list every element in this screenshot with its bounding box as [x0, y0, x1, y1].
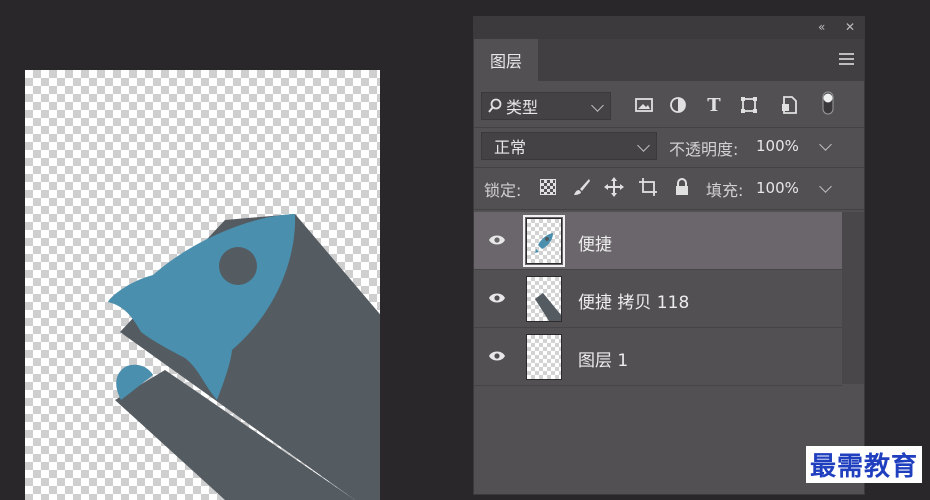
- rocket-window: [219, 247, 257, 285]
- panel-title-bar[interactable]: « ✕: [474, 17, 864, 39]
- layer-row[interactable]: 便捷: [474, 212, 842, 269]
- eye-icon[interactable]: [488, 291, 506, 305]
- chevron-down-icon: [591, 99, 604, 112]
- layers-panel: « ✕ 图层 类型 T 正常 不透明度: 100% 锁定: 填充: 100% 便…: [473, 16, 865, 495]
- search-icon: [488, 98, 502, 113]
- close-icon[interactable]: ✕: [845, 20, 855, 34]
- layer-row[interactable]: 便捷 拷贝 118: [474, 270, 842, 327]
- image-icon[interactable]: [634, 95, 654, 115]
- panel-tab-row: 图层: [474, 39, 864, 81]
- blend-mode-value: 正常: [494, 138, 527, 157]
- shape-icon[interactable]: [739, 95, 759, 115]
- layer-name[interactable]: 图层 1: [578, 346, 628, 371]
- chevron-down-icon: [819, 180, 832, 193]
- opacity-field[interactable]: 100%: [750, 132, 838, 160]
- chevron-down-icon: [637, 139, 650, 152]
- layers-scrollbar[interactable]: [842, 212, 864, 384]
- opacity-value: 100%: [756, 137, 799, 155]
- filter-kind-select[interactable]: 类型: [481, 92, 611, 120]
- layer-thumbnail: [526, 334, 562, 380]
- chevron-down-icon: [819, 138, 832, 151]
- divider: [474, 167, 864, 168]
- filter-kind-label: 类型: [506, 98, 539, 117]
- document-canvas[interactable]: [25, 70, 380, 500]
- lock-transparent-pixels-icon[interactable]: [540, 179, 556, 195]
- lock-all-icon[interactable]: [673, 177, 691, 201]
- lock-artboard-icon[interactable]: [638, 177, 658, 201]
- tab-layers[interactable]: 图层: [474, 39, 538, 81]
- fill-field[interactable]: 100%: [750, 174, 838, 202]
- smart-object-icon[interactable]: [779, 95, 799, 115]
- fill-value: 100%: [756, 179, 799, 197]
- lock-position-icon[interactable]: [604, 177, 624, 201]
- fill-label: 填充:: [706, 181, 744, 200]
- eye-icon[interactable]: [488, 233, 506, 247]
- collapse-icon[interactable]: «: [818, 20, 825, 34]
- divider: [474, 127, 864, 128]
- blend-mode-select[interactable]: 正常: [481, 132, 657, 160]
- toggle-icon[interactable]: [818, 91, 838, 115]
- panel-menu-icon[interactable]: [839, 53, 854, 65]
- eye-icon[interactable]: [488, 349, 506, 363]
- layer-name[interactable]: 便捷 拷贝 118: [578, 288, 689, 313]
- type-icon[interactable]: T: [704, 95, 724, 116]
- rocket-artwork: [108, 214, 380, 500]
- adjustment-icon[interactable]: [668, 95, 688, 115]
- lock-image-pixels-icon[interactable]: [572, 177, 592, 201]
- layer-thumbnail: [523, 215, 565, 267]
- layer-name[interactable]: 便捷: [578, 230, 612, 255]
- layer-thumbnail: [526, 276, 562, 322]
- layer-row[interactable]: 图层 1: [474, 328, 842, 385]
- watermark-logo: 最需教育: [806, 446, 923, 483]
- divider: [474, 209, 864, 210]
- lock-label: 锁定:: [484, 181, 522, 200]
- opacity-label: 不透明度:: [669, 140, 739, 159]
- divider: [474, 385, 842, 386]
